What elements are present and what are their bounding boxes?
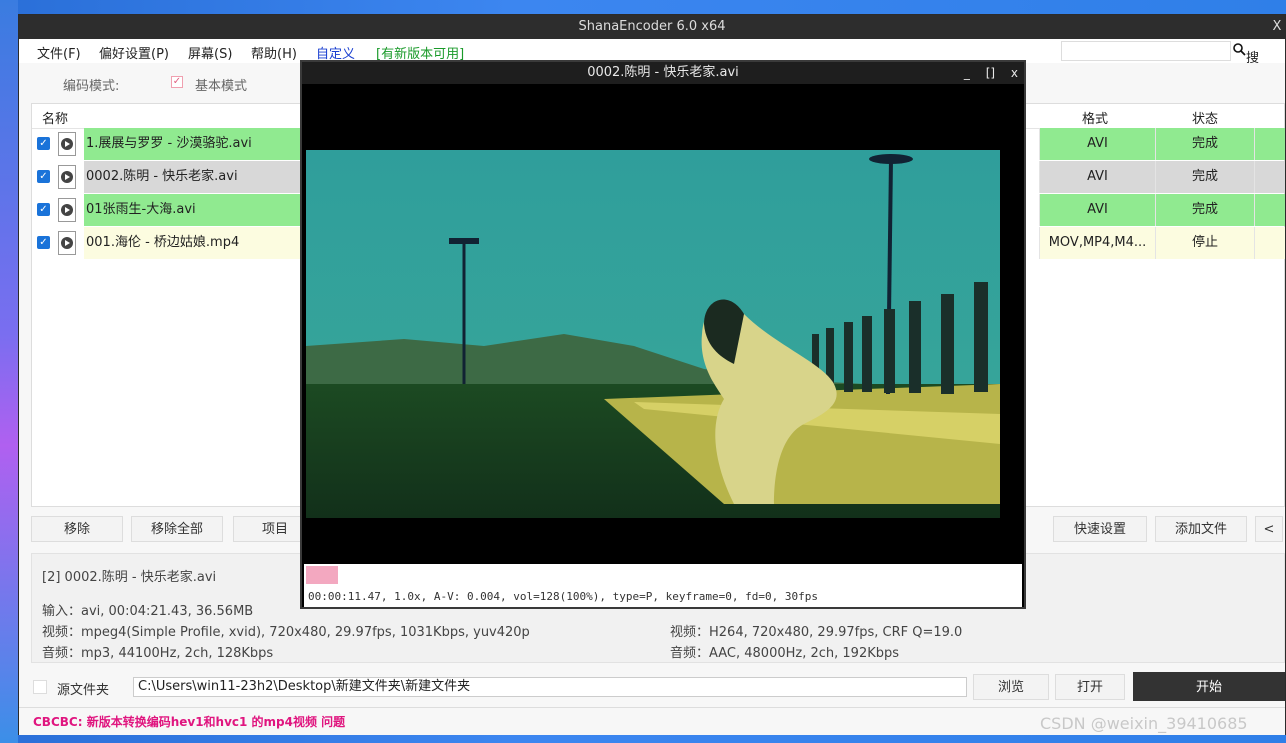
row-file-name: 01张雨生-大海.avi <box>84 194 306 226</box>
input-video-info: 视频：mpeg4(Simple Profile, xvid), 720x480,… <box>42 625 530 640</box>
add-file-button[interactable]: 添加文件 <box>1155 516 1247 542</box>
desktop-edge-left <box>0 0 18 743</box>
row-checkbox[interactable]: ✓ <box>37 236 50 249</box>
start-button[interactable]: 开始 <box>1133 672 1285 701</box>
window-title: ShanaEncoder 6.0 x64 <box>578 19 726 34</box>
input-audio-info: 音频：mp3, 44100Hz, 2ch, 128Kbps <box>42 646 274 661</box>
search-input[interactable] <box>1061 41 1231 61</box>
menu-file[interactable]: 文件(F) <box>37 43 81 62</box>
row-checkbox[interactable]: ✓ <box>37 170 50 183</box>
search-button[interactable]: 搜索 <box>1233 43 1259 85</box>
playback-status-line: 00:00:11.47, 1.0x, A-V: 0.004, vol=128(1… <box>304 586 1022 607</box>
status-message[interactable]: CBCBC: 新版本转换编码hev1和hvc1 的mp4视频 问题 <box>33 713 345 730</box>
row-extra-cell <box>1254 227 1285 259</box>
column-header-format[interactable]: 格式 <box>1082 108 1108 127</box>
seek-bar[interactable] <box>304 564 1022 586</box>
row-extra-cell <box>1254 194 1285 226</box>
browse-button[interactable]: 浏览 <box>973 674 1049 700</box>
quick-settings-button[interactable]: 快速设置 <box>1053 516 1147 542</box>
menu-help[interactable]: 帮助(H) <box>251 43 297 62</box>
preview-minimize-button[interactable]: _ <box>964 66 970 80</box>
row-status: 完成 <box>1155 161 1254 193</box>
preview-title: 0002.陈明 - 快乐老家.avi <box>587 65 739 80</box>
column-header-status[interactable]: 状态 <box>1192 108 1218 127</box>
basic-mode-checkbox[interactable]: ✓ <box>171 76 183 88</box>
row-file-name: 0002.陈明 - 快乐老家.avi <box>84 161 306 193</box>
preview-window-controls: _ [] x <box>964 62 1018 84</box>
output-video-info: 视频：H264, 720x480, 29.97fps, CRF Q=19.0 <box>670 625 963 640</box>
row-checkbox[interactable]: ✓ <box>37 203 50 216</box>
title-bar[interactable]: ShanaEncoder 6.0 x64 X <box>19 15 1285 39</box>
output-path-field[interactable]: C:\Users\win11-23h2\Desktop\新建文件夹\新建文件夹 <box>133 677 967 697</box>
row-format: AVI <box>1039 194 1155 226</box>
video-preview-window[interactable]: 0002.陈明 - 快乐老家.avi _ [] x 00:00:11.47, 1… <box>300 60 1026 609</box>
menu-screen[interactable]: 屏幕(S) <box>188 43 232 62</box>
output-bar: 源文件夹 C:\Users\win11-23h2\Desktop\新建文件夹\新… <box>19 667 1285 707</box>
preview-title-bar[interactable]: 0002.陈明 - 快乐老家.avi <box>302 62 1024 84</box>
csdn-watermark: CSDN @weixin_39410685 <box>1040 714 1248 733</box>
input-info: 输入：avi, 00:04:21.43, 36.56MB <box>42 604 254 619</box>
row-format: MOV,MP4,M4... <box>1039 227 1155 259</box>
source-folder-checkbox[interactable] <box>33 680 47 694</box>
encode-mode-label: 编码模式: <box>63 79 120 94</box>
preview-maximize-button[interactable]: [] <box>986 66 995 80</box>
remove-all-button[interactable]: 移除全部 <box>131 516 223 542</box>
collapse-button[interactable]: < <box>1255 516 1283 542</box>
video-file-icon <box>58 198 76 222</box>
column-header-name[interactable]: 名称 <box>42 108 68 127</box>
row-status: 完成 <box>1155 128 1254 160</box>
row-file-name: 001.海伦 - 桥边姑娘.mp4 <box>84 227 306 259</box>
source-folder-label: 源文件夹 <box>57 683 110 698</box>
row-status: 完成 <box>1155 194 1254 226</box>
row-format: AVI <box>1039 161 1155 193</box>
video-file-icon <box>58 132 76 156</box>
open-button[interactable]: 打开 <box>1055 674 1125 700</box>
preview-close-button[interactable]: x <box>1011 66 1018 80</box>
seek-progress <box>306 566 338 584</box>
row-extra-cell <box>1254 128 1285 160</box>
basic-mode-label: 基本模式 <box>195 79 248 94</box>
search-icon <box>1233 43 1246 56</box>
row-file-name: 1.展展与罗罗 - 沙漠骆驼.avi <box>84 128 306 160</box>
row-checkbox[interactable]: ✓ <box>37 137 50 150</box>
row-extra-cell <box>1254 161 1285 193</box>
row-format: AVI <box>1039 128 1155 160</box>
video-frame <box>304 84 1022 564</box>
selected-file-title: [2] 0002.陈明 - 快乐老家.avi <box>42 570 217 585</box>
video-file-icon <box>58 165 76 189</box>
output-audio-info: 音频：AAC, 48000Hz, 2ch, 192Kbps <box>670 646 900 661</box>
menu-preferences[interactable]: 偏好设置(P) <box>99 43 169 62</box>
row-status: 停止 <box>1155 227 1254 259</box>
remove-button[interactable]: 移除 <box>31 516 123 542</box>
close-button[interactable]: X <box>1269 15 1285 39</box>
video-file-icon <box>58 231 76 255</box>
